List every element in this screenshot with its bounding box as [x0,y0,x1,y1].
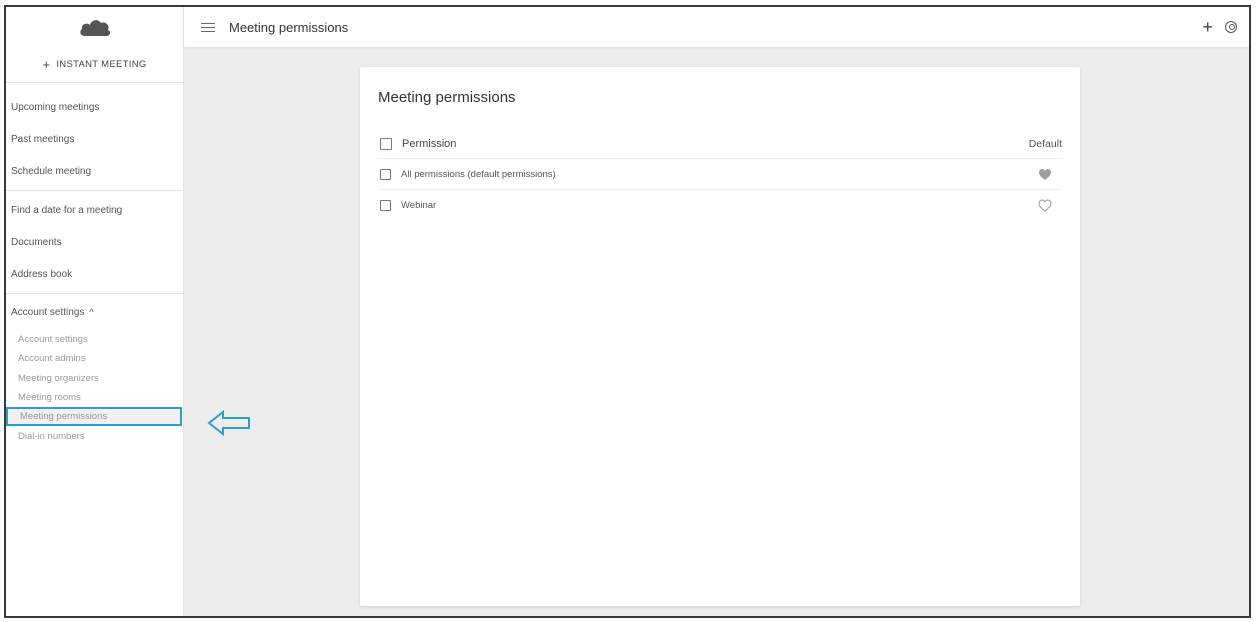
cloud-logo-icon [79,20,110,36]
divider [6,293,183,294]
row-checkbox[interactable] [380,200,391,211]
hamburger-menu-icon[interactable] [201,22,215,32]
user-account-icon[interactable] [1225,21,1237,33]
card-title: Meeting permissions [378,89,516,106]
select-all-checkbox[interactable] [380,137,392,150]
sidebar-subitem-meeting-rooms[interactable]: Meeting rooms [6,388,183,407]
sidebar-subitem-account-admins[interactable]: Account admins [6,349,183,368]
row-checkbox[interactable] [380,168,391,180]
heart-outline-icon[interactable] [1038,199,1052,212]
table-row[interactable]: Webinar [378,190,1062,221]
sidebar: + INSTANT MEETING Upcoming meetings Past… [6,7,184,616]
account-settings-toggle[interactable]: Account settings ^ [6,300,183,324]
divider [6,190,183,191]
sidebar-subitem-meeting-permissions[interactable]: Meeting permissions [6,407,182,427]
column-header-default: Default [1028,137,1062,150]
plus-icon: + [42,57,51,72]
table-header: Permission Default [378,129,1062,159]
sidebar-subitem-dial-in-numbers[interactable]: Dial-in numbers [6,426,183,445]
instant-meeting-label: INSTANT MEETING [56,59,147,70]
left-arrow-annotation-icon [207,410,250,436]
sidebar-subitem-meeting-organizers[interactable]: Meeting organizers [6,369,183,388]
sidebar-subitem-account-settings[interactable]: Account settings [6,330,183,349]
chevron-up-icon: ^ [89,307,94,317]
sidebar-item-find-a-date[interactable]: Find a date for a meeting [6,194,183,226]
account-settings-header-label: Account settings [11,306,85,318]
sidebar-item-upcoming-meetings[interactable]: Upcoming meetings [6,91,183,123]
sidebar-item-address-book[interactable]: Address book [6,258,183,290]
top-bar: Meeting permissions + [184,7,1249,47]
instant-meeting-button[interactable]: + INSTANT MEETING [6,47,183,83]
permission-name: Webinar [401,200,437,211]
page-title: Meeting permissions [229,19,349,35]
heart-filled-icon[interactable] [1038,168,1052,181]
sidebar-item-past-meetings[interactable]: Past meetings [6,123,183,155]
permissions-table: Permission Default All permissions (defa… [378,129,1062,221]
sidebar-item-schedule-meeting[interactable]: Schedule meeting [6,155,183,187]
app-window: + INSTANT MEETING Upcoming meetings Past… [4,5,1251,618]
add-icon[interactable]: + [1202,18,1213,36]
table-row[interactable]: All permissions (default permissions) [378,159,1062,190]
column-header-permission: Permission [402,137,457,150]
sidebar-item-documents[interactable]: Documents [6,226,183,258]
permission-name: All permissions (default permissions) [401,168,556,180]
logo[interactable] [6,7,183,47]
permissions-card: Meeting permissions Permission Default A… [360,67,1080,606]
